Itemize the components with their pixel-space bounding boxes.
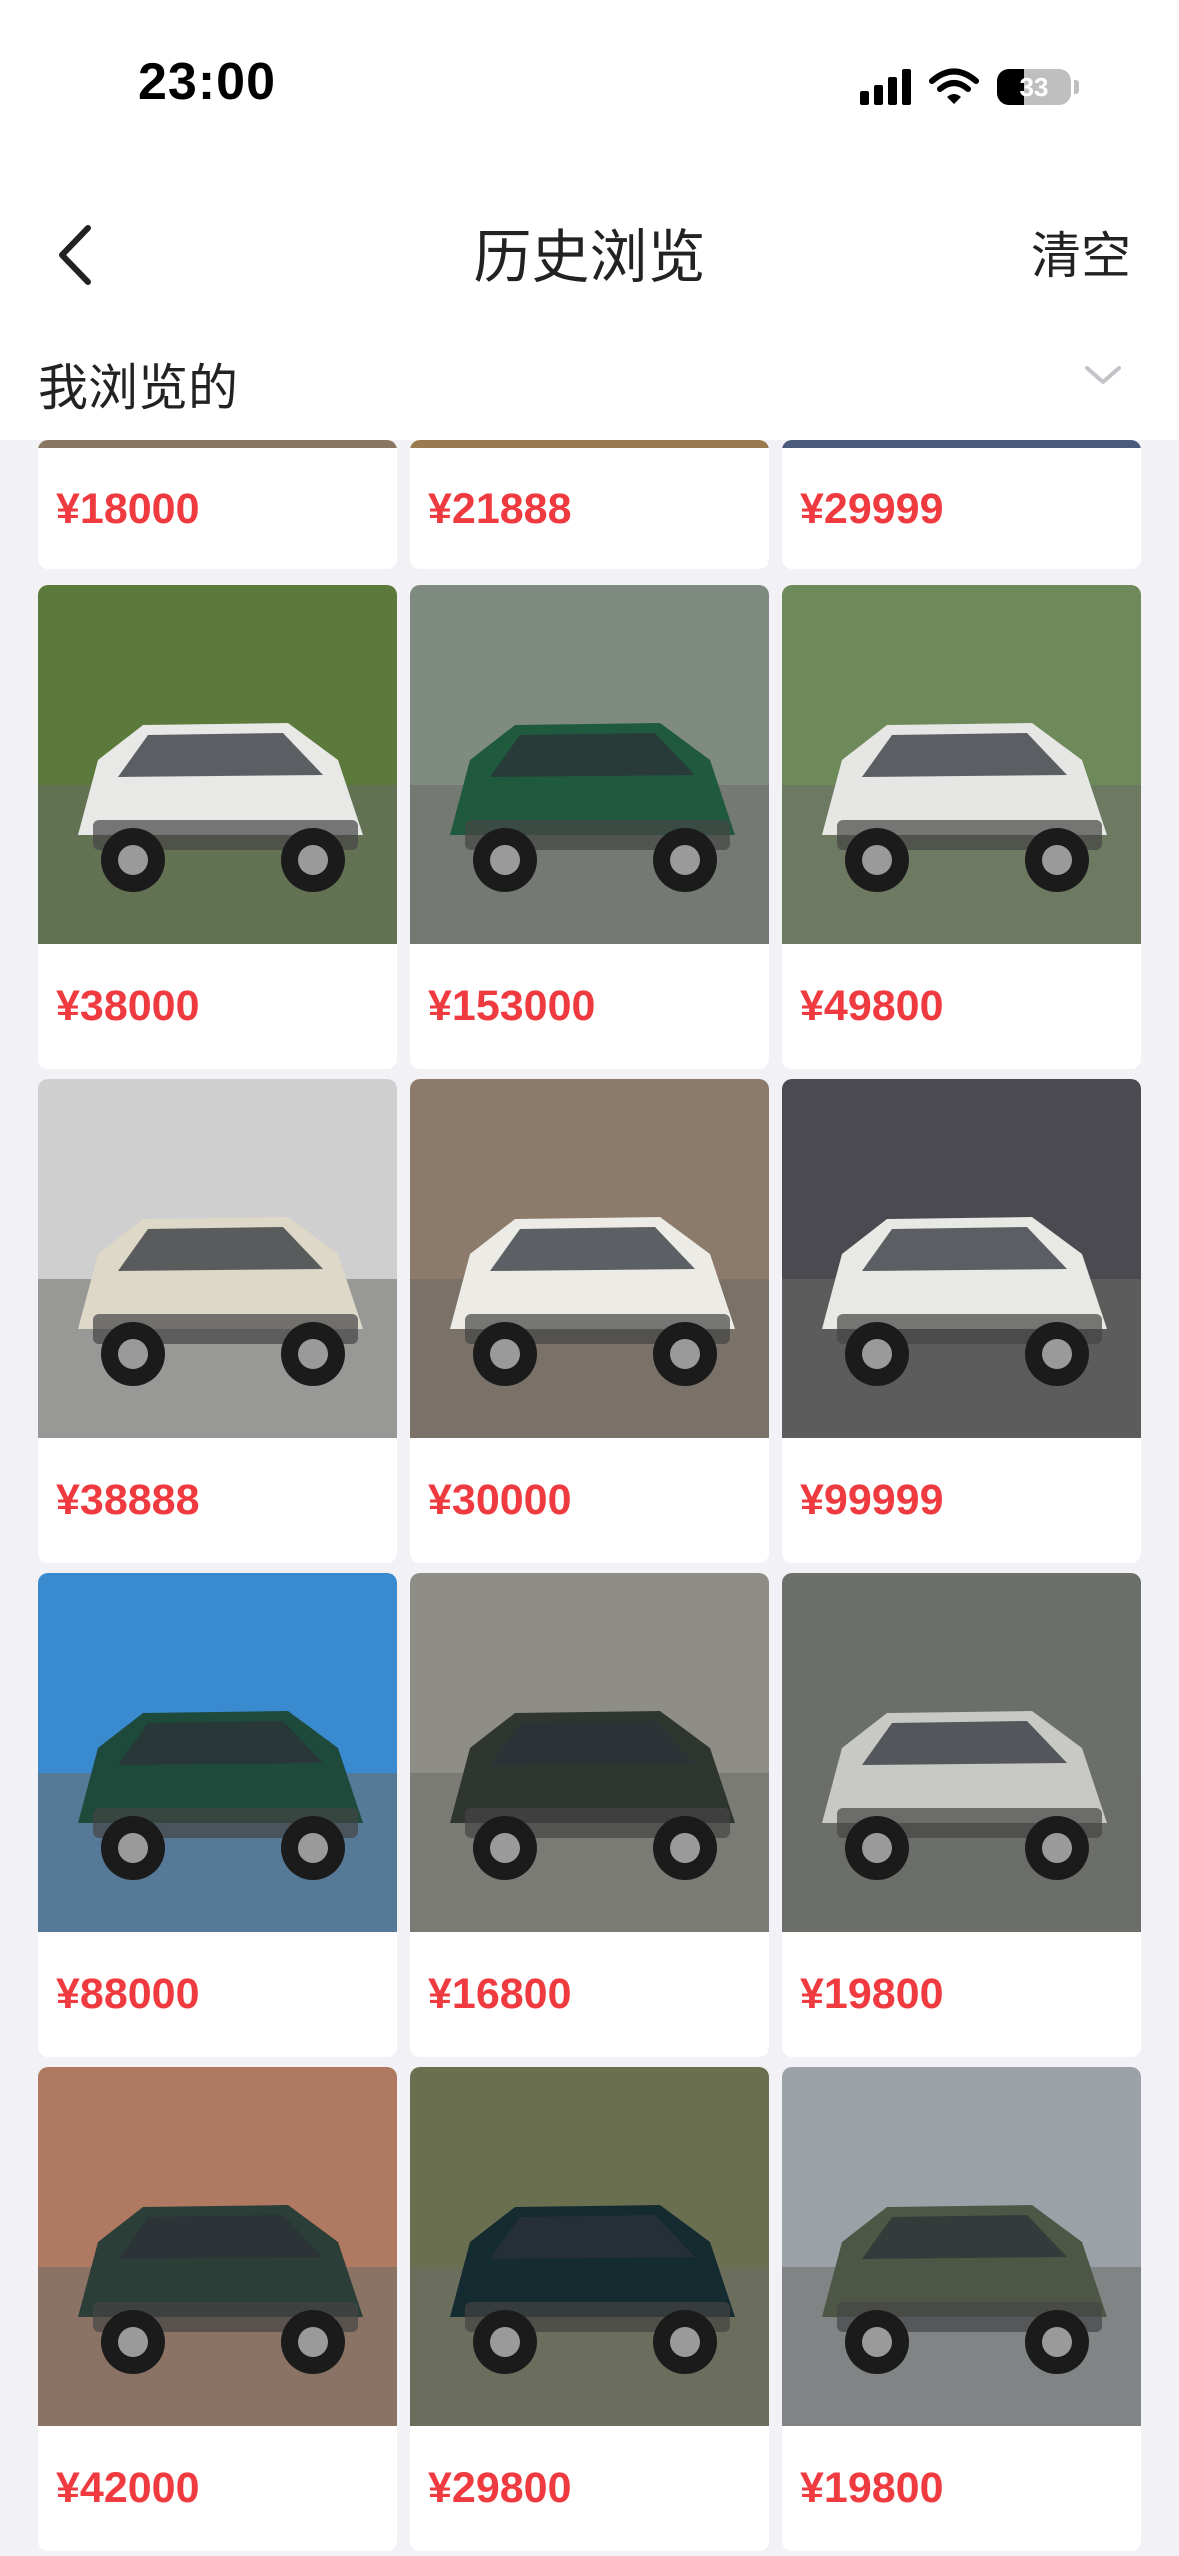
listing-price: ¥19800 <box>800 1970 944 2018</box>
listing-card[interactable]: ¥29800 <box>410 2067 769 2551</box>
listing-photo[interactable] <box>782 440 1141 448</box>
listing-photo[interactable] <box>38 2067 397 2426</box>
listing-photo[interactable] <box>782 585 1141 944</box>
listing-card[interactable]: ¥38888 <box>38 1079 397 1563</box>
listing-photo[interactable] <box>38 440 397 448</box>
listing-price: ¥19800 <box>800 2464 944 2512</box>
listing-photo[interactable] <box>38 1079 397 1438</box>
listing-card[interactable]: ¥21888 <box>410 440 769 569</box>
listing-photo[interactable] <box>38 585 397 944</box>
listing-card[interactable]: ¥38000 <box>38 585 397 1069</box>
listing-price: ¥49800 <box>800 982 944 1030</box>
battery-level: 33 <box>1019 71 1049 102</box>
listing-card[interactable]: ¥30000 <box>410 1079 769 1563</box>
clear-button[interactable]: 清空 <box>1031 216 1131 288</box>
listing-photo[interactable] <box>410 440 769 448</box>
listing-card[interactable]: ¥19800 <box>782 1573 1141 2057</box>
status-bar: 23:00 33 <box>0 0 1179 170</box>
listing-price: ¥29800 <box>428 2464 572 2512</box>
listing-photo[interactable] <box>410 1079 769 1438</box>
listing-photo[interactable] <box>782 1573 1141 1932</box>
listing-price: ¥16800 <box>428 1970 572 2018</box>
listing-price: ¥21888 <box>428 485 572 533</box>
listing-card[interactable]: ¥88000 <box>38 1573 397 2057</box>
listing-card[interactable]: ¥18000 <box>38 440 397 569</box>
listing-price: ¥29999 <box>800 485 944 533</box>
listing-photo[interactable] <box>782 1079 1141 1438</box>
listing-price: ¥38000 <box>56 982 200 1030</box>
battery-icon: 33 <box>997 69 1071 105</box>
listing-card[interactable]: ¥16800 <box>410 1573 769 2057</box>
listing-price: ¥88000 <box>56 1970 200 2018</box>
wifi-icon <box>929 68 979 104</box>
filter-bar[interactable]: 我浏览的 <box>0 320 1179 440</box>
listing-card[interactable]: ¥42000 <box>38 2067 397 2551</box>
listing-photo[interactable] <box>410 2067 769 2426</box>
filter-label: 我浏览的 <box>38 360 238 416</box>
listing-card[interactable]: ¥49800 <box>782 585 1141 1069</box>
listing-card[interactable]: ¥19800 <box>782 2067 1141 2551</box>
listing-price: ¥153000 <box>428 982 596 1030</box>
navigation-bar: 历史浏览 清空 <box>0 170 1179 320</box>
listing-photo[interactable] <box>782 2067 1141 2426</box>
listing-price: ¥18000 <box>56 485 200 533</box>
listing-photo[interactable] <box>410 585 769 944</box>
chevron-down-icon[interactable] <box>1081 360 1125 390</box>
listing-price: ¥30000 <box>428 1476 572 1524</box>
listing-price: ¥42000 <box>56 2464 200 2512</box>
status-icons: 33 <box>860 62 1079 112</box>
listing-card[interactable]: ¥29999 <box>782 440 1141 569</box>
listing-photo[interactable] <box>38 1573 397 1932</box>
status-time: 23:00 <box>138 53 276 111</box>
cellular-signal-icon <box>860 69 911 105</box>
listing-photo[interactable] <box>410 1573 769 1932</box>
listing-price: ¥99999 <box>800 1476 944 1524</box>
listing-card[interactable]: ¥99999 <box>782 1079 1141 1563</box>
listing-price: ¥38888 <box>56 1476 200 1524</box>
listing-card[interactable]: ¥153000 <box>410 585 769 1069</box>
page-title: 历史浏览 <box>473 225 706 290</box>
